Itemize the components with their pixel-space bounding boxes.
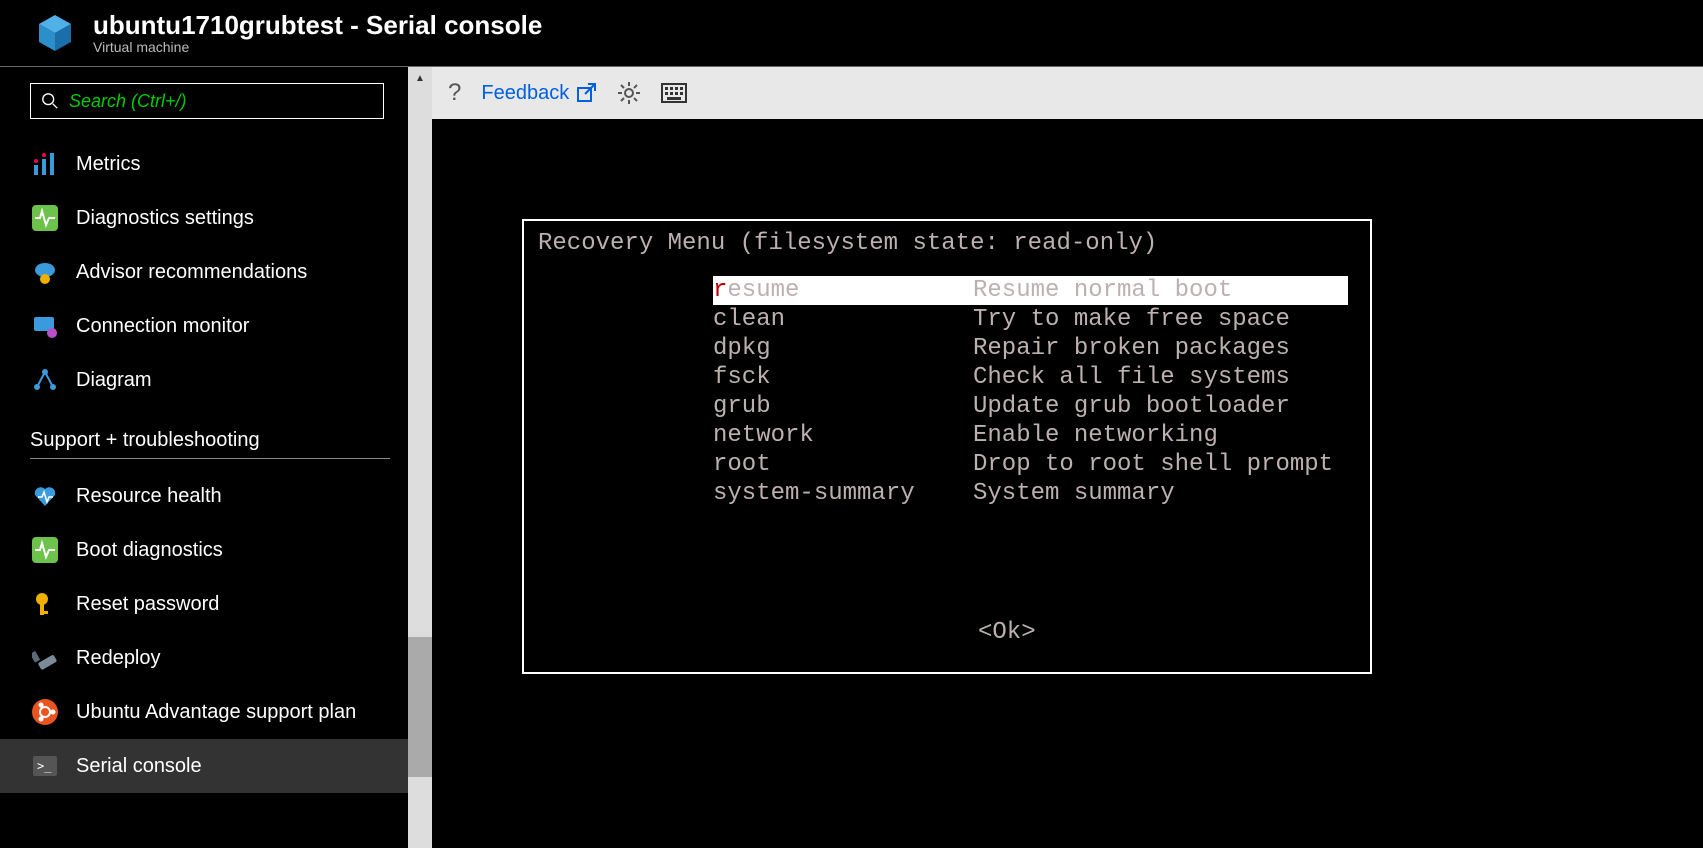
menu-desc: Enable networking	[973, 421, 1218, 450]
sidebar-item-label: Ubuntu Advantage support plan	[76, 701, 356, 724]
sidebar-item-diagram[interactable]: Diagram	[30, 353, 410, 407]
sidebar-item-serial-console[interactable]: >_ Serial console	[0, 739, 410, 793]
ok-button[interactable]: <Ok>	[978, 618, 1356, 647]
sidebar-item-label: Redeploy	[76, 647, 161, 670]
advisor-icon	[30, 257, 60, 287]
header: ubuntu1710grubtest - Serial console Virt…	[0, 0, 1703, 67]
scrollbar-thumb[interactable]	[408, 637, 432, 777]
keyboard-icon	[661, 83, 687, 103]
sidebar-item-label: Serial console	[76, 755, 202, 778]
svg-text:>_: >_	[37, 759, 52, 773]
menu-item-resume[interactable]: resume Resume normal boot	[713, 276, 1348, 305]
menu-cmd: network	[713, 421, 973, 450]
sidebar-item-label: Diagnostics settings	[76, 207, 254, 230]
menu-desc: System summary	[973, 479, 1175, 508]
sidebar-item-label: Boot diagnostics	[76, 539, 223, 562]
recovery-menu-box: Recovery Menu (filesystem state: read-on…	[522, 219, 1372, 674]
ubuntu-icon	[30, 697, 60, 727]
section-divider	[30, 458, 390, 459]
gear-icon	[617, 81, 641, 105]
sidebar-item-label: Resource health	[76, 485, 222, 508]
sidebar-item-advisor[interactable]: Advisor recommendations	[30, 245, 410, 299]
diagram-icon	[30, 365, 60, 395]
toolbar: ? Feedback	[432, 67, 1703, 119]
page-title: ubuntu1710grubtest - Serial console	[93, 11, 542, 40]
menu-item-grub[interactable]: grubUpdate grub bootloader	[713, 392, 1348, 421]
search-placeholder: Search (Ctrl+/)	[69, 91, 187, 112]
sidebar-item-reset-password[interactable]: Reset password	[30, 577, 410, 631]
menu-cmd: dpkg	[713, 334, 973, 363]
sidebar-item-label: Metrics	[76, 153, 140, 176]
sidebar-item-label: Connection monitor	[76, 315, 249, 338]
serial-console-icon: >_	[30, 751, 60, 781]
menu-cmd: grub	[713, 392, 973, 421]
sidebar-item-boot-diagnostics[interactable]: Boot diagnostics	[30, 523, 410, 577]
section-header: Support + troubleshooting	[30, 429, 432, 452]
menu-cmd: system-summary	[713, 479, 973, 508]
sidebar: « Search (Ctrl+/) Metrics Diagnostics se…	[0, 67, 432, 848]
menu-desc: Repair broken packages	[973, 334, 1290, 363]
menu-desc: Check all file systems	[973, 363, 1290, 392]
menu-desc: Resume normal boot	[973, 276, 1232, 305]
menu-hotkey: r	[713, 277, 727, 304]
menu-desc: Drop to root shell prompt	[973, 450, 1333, 479]
sidebar-item-connection-monitor[interactable]: Connection monitor	[30, 299, 410, 353]
menu-item-dpkg[interactable]: dpkgRepair broken packages	[713, 334, 1348, 363]
external-link-icon	[575, 82, 597, 104]
menu-item-system-summary[interactable]: system-summarySystem summary	[713, 479, 1348, 508]
menu-item-clean[interactable]: cleanTry to make free space	[713, 305, 1348, 334]
menu-desc: Update grub bootloader	[973, 392, 1290, 421]
connection-monitor-icon	[30, 311, 60, 341]
menu-item-network[interactable]: networkEnable networking	[713, 421, 1348, 450]
sidebar-item-label: Diagram	[76, 369, 152, 392]
sidebar-item-label: Advisor recommendations	[76, 261, 307, 284]
menu-cmd: root	[713, 450, 973, 479]
page-subtitle: Virtual machine	[93, 39, 542, 55]
boot-diagnostics-icon	[30, 535, 60, 565]
metrics-icon	[30, 149, 60, 179]
feedback-label: Feedback	[481, 82, 569, 105]
keyboard-button[interactable]	[661, 83, 687, 103]
menu-item-root[interactable]: rootDrop to root shell prompt	[713, 450, 1348, 479]
sidebar-item-label: Reset password	[76, 593, 219, 616]
menu-item-fsck[interactable]: fsckCheck all file systems	[713, 363, 1348, 392]
sidebar-item-redeploy[interactable]: Redeploy	[30, 631, 410, 685]
search-input[interactable]: Search (Ctrl+/)	[30, 83, 384, 119]
sidebar-item-ubuntu-advantage[interactable]: Ubuntu Advantage support plan	[30, 685, 410, 739]
serial-console-output[interactable]: Recovery Menu (filesystem state: read-on…	[432, 119, 1703, 848]
help-button[interactable]: ?	[448, 79, 461, 107]
scrollbar-up-arrow-icon[interactable]: ▲	[408, 67, 432, 89]
menu-cmd: fsck	[713, 363, 973, 392]
diagnostics-icon	[30, 203, 60, 233]
menu-cmd: clean	[713, 305, 973, 334]
menu-desc: Try to make free space	[973, 305, 1290, 334]
redeploy-icon	[30, 643, 60, 673]
sidebar-scrollbar[interactable]: ▲	[408, 67, 432, 848]
sidebar-item-diagnostics[interactable]: Diagnostics settings	[30, 191, 410, 245]
reset-password-icon	[30, 589, 60, 619]
vm-cube-icon	[35, 13, 75, 53]
menu-cmd: esume	[727, 277, 799, 304]
sidebar-item-resource-health[interactable]: Resource health	[30, 469, 410, 523]
resource-health-icon	[30, 481, 60, 511]
sidebar-item-metrics[interactable]: Metrics	[30, 137, 410, 191]
feedback-button[interactable]: Feedback	[481, 82, 597, 105]
settings-button[interactable]	[617, 81, 641, 105]
search-icon	[41, 92, 59, 110]
recovery-menu-title: Recovery Menu (filesystem state: read-on…	[538, 229, 1356, 258]
